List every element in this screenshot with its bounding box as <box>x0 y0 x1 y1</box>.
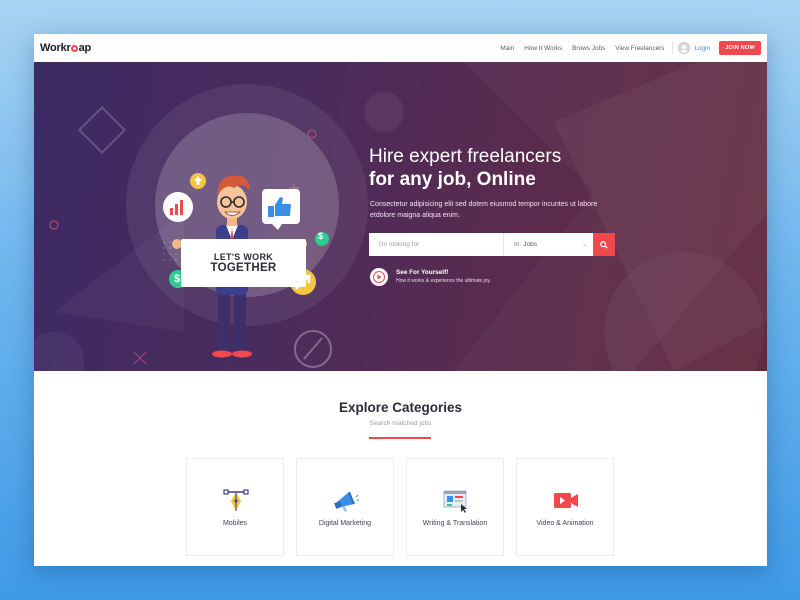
logo-text-end: ap <box>78 42 92 54</box>
category-card-digital-marketing[interactable]: Digital Marketing <box>296 458 394 556</box>
select-prefix: In: <box>514 241 522 248</box>
chevron-down-icon: ⌄ <box>581 242 587 248</box>
login-link[interactable]: Login <box>694 45 710 52</box>
search-input[interactable] <box>369 233 504 256</box>
nav-browse-jobs[interactable]: Brows Jobs <box>572 45 605 52</box>
user-avatar-icon[interactable] <box>678 42 691 54</box>
categories-title: Explore Categories <box>338 400 463 415</box>
hero-section: LET'S WORK TOGETHER $ $ Hire expert free… <box>34 62 767 371</box>
category-card-writing-translation[interactable]: Writing & Translation <box>406 458 504 556</box>
nav-main[interactable]: Main <box>500 45 514 52</box>
search-button[interactable] <box>593 233 615 256</box>
hero-title-line-2: for any job, Online <box>369 169 536 190</box>
megaphone-icon <box>334 491 359 512</box>
video-title[interactable]: See For Yourself! <box>396 269 448 276</box>
nav-divider <box>672 42 674 54</box>
play-icon <box>373 271 385 283</box>
video-camera-icon <box>554 493 578 508</box>
nav-how-it-works[interactable]: How It Works <box>524 45 562 52</box>
sign-line-2: TOGETHER <box>210 262 277 274</box>
document-translate-icon <box>443 490 467 513</box>
category-card-video-animation[interactable]: Video & Animation <box>516 458 614 556</box>
main-nav: Main How It Works Brows Jobs View Freela… <box>490 41 761 55</box>
categories-underline <box>369 437 431 439</box>
site-logo[interactable]: Workr ap <box>40 42 91 54</box>
category-label: Video & Animation <box>536 520 594 527</box>
logo-pin-icon <box>71 44 79 52</box>
category-label: Writing & Translation <box>422 520 488 527</box>
video-subtitle: How it works & experience the ultimate j… <box>396 278 491 284</box>
browser-frame: Workr ap Main How It Works Brows Jobs Vie… <box>34 34 767 566</box>
select-value: Jobs <box>523 241 537 248</box>
nav-view-freelancers[interactable]: View Freelancers <box>615 45 664 52</box>
site-header: Workr ap Main How It Works Brows Jobs Vie… <box>34 34 767 62</box>
dollar-icon-small: $ <box>318 231 324 241</box>
hero-headline: Hire expert freelancers for any job, Onl… <box>369 145 561 191</box>
job-search-bar: In: Jobs ⌄ <box>369 233 615 256</box>
search-icon <box>600 240 608 249</box>
pen-tool-icon <box>223 489 249 511</box>
hero-title-line-1: Hire expert freelancers <box>369 146 562 167</box>
sign-line-1: LET'S WORK <box>213 252 274 262</box>
category-label: Mobiles <box>222 520 248 527</box>
play-video-button[interactable] <box>370 268 388 286</box>
lets-work-together-sign: LET'S WORK TOGETHER <box>181 239 306 287</box>
category-cards: Mobiles Digital Marketing Writing & Tran… <box>186 458 614 556</box>
categories-subtitle: Search matched jobs <box>369 420 432 427</box>
logo-text-start: Workr <box>40 42 71 54</box>
dollar-icon-large: $ <box>174 273 181 285</box>
hero-description: Consectetur adipisicing elit sed dotem e… <box>370 201 598 219</box>
join-now-button[interactable]: JOIN NOW <box>719 41 761 55</box>
category-select[interactable]: In: Jobs ⌄ <box>504 233 593 256</box>
category-card-mobiles[interactable]: Mobiles <box>186 458 284 556</box>
category-label: Digital Marketing <box>318 520 372 527</box>
